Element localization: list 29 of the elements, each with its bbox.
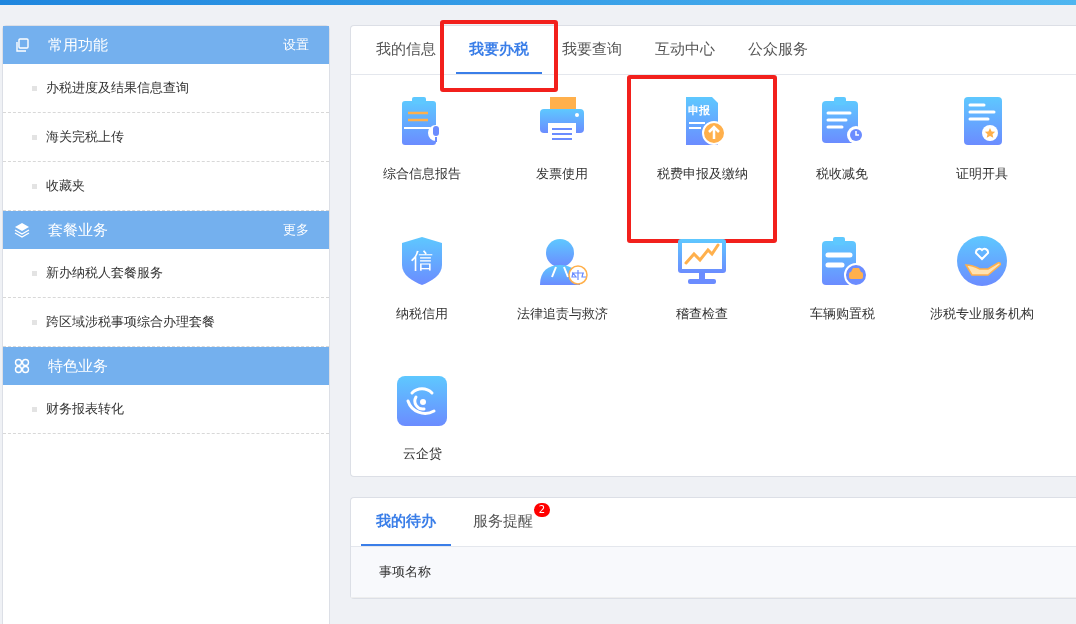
service-label[interactable]: 综合信息报告: [383, 165, 461, 183]
sidebar-item[interactable]: 办税进度及结果信息查询: [3, 64, 329, 113]
section-title: 套餐业务: [48, 220, 109, 240]
service-label[interactable]: 税费申报及缴纳: [656, 165, 748, 183]
tab[interactable]: 公众服务: [735, 26, 821, 74]
service-label[interactable]: 证明开具: [956, 165, 1008, 183]
count-badge: 2: [533, 503, 550, 517]
sidebar-item[interactable]: 财务报表转化: [3, 385, 329, 434]
tab[interactable]: 我要查询: [549, 26, 635, 74]
service-label[interactable]: 法律追责与救济: [516, 305, 608, 323]
service-label[interactable]: 税收减免: [816, 165, 868, 183]
layers-icon: [14, 222, 30, 238]
tab[interactable]: 我要办税: [456, 26, 542, 74]
service-label[interactable]: 纳税信用: [396, 305, 448, 323]
service-label[interactable]: 涉税专业服务机构: [930, 305, 1034, 323]
copy-icon: [14, 37, 30, 53]
clover-icon: [14, 358, 30, 374]
service-label[interactable]: 云企贷: [402, 445, 442, 463]
tab[interactable]: 互动中心: [642, 26, 728, 74]
coin-signal-icon: [396, 375, 448, 427]
section-title: 特色业务: [48, 356, 109, 376]
service-label[interactable]: 稽查检查: [676, 305, 728, 323]
sidebar-item[interactable]: 新办纳税人套餐服务: [3, 249, 329, 298]
section-title: 常用功能: [48, 35, 109, 55]
tab[interactable]: 我的信息: [363, 26, 449, 74]
sidebar-item[interactable]: 海关完税上传: [3, 113, 329, 162]
service-label[interactable]: 车辆购置税: [809, 305, 875, 323]
column-header: 事项名称: [379, 563, 431, 581]
service-label[interactable]: 发票使用: [536, 165, 588, 183]
